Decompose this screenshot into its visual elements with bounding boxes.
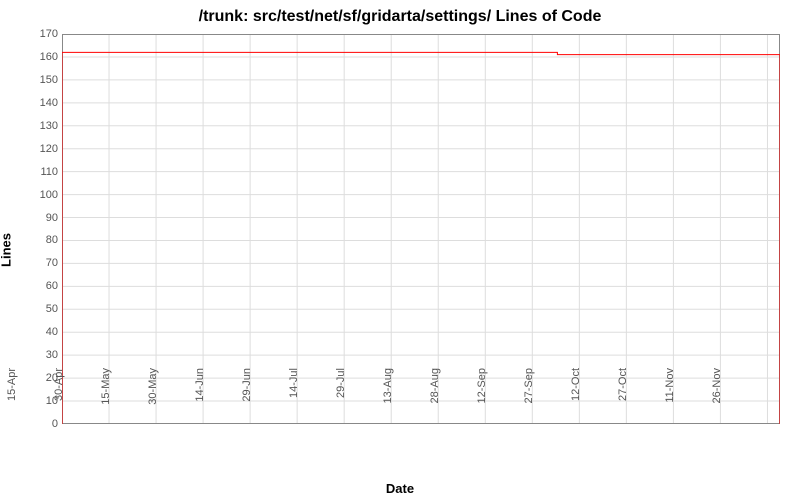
ytick: 100 — [28, 189, 58, 201]
xtick: 29-Jul — [335, 368, 347, 428]
grid-horizontal — [62, 34, 780, 424]
xtick: 12-Sep — [476, 368, 488, 428]
ytick: 160 — [28, 51, 58, 63]
xtick: 30-Apr — [53, 368, 65, 428]
xtick: 29-Jun — [241, 368, 253, 428]
ytick: 70 — [28, 257, 58, 269]
chart-container: /trunk: src/test/net/sf/gridarta/setting… — [0, 0, 800, 500]
plot-border — [63, 35, 780, 424]
chart-svg — [62, 34, 780, 424]
xtick: 12-Oct — [570, 368, 582, 428]
ytick: 80 — [28, 234, 58, 246]
grid-vertical — [62, 34, 767, 424]
y-axis-label: Lines — [0, 233, 14, 267]
ytick: 50 — [28, 303, 58, 315]
xtick: 30-May — [147, 368, 159, 428]
ytick: 130 — [28, 120, 58, 132]
ytick: 90 — [28, 212, 58, 224]
xtick: 14-Jun — [194, 368, 206, 428]
xtick: 13-Aug — [382, 368, 394, 428]
chart-title: /trunk: src/test/net/sf/gridarta/setting… — [0, 8, 800, 26]
xtick: 15-Apr — [6, 368, 18, 428]
ytick: 150 — [28, 74, 58, 86]
x-axis-label: Date — [0, 481, 800, 496]
ytick: 120 — [28, 143, 58, 155]
ytick: 140 — [28, 97, 58, 109]
ytick: 30 — [28, 349, 58, 361]
xtick: 14-Jul — [288, 368, 300, 428]
ytick: 110 — [28, 166, 58, 178]
plot-area — [62, 34, 780, 424]
ytick: 40 — [28, 326, 58, 338]
xtick: 27-Oct — [617, 368, 629, 428]
ytick: 170 — [28, 28, 58, 40]
xtick: 26-Nov — [711, 368, 723, 428]
ytick: 60 — [28, 280, 58, 292]
xtick: 27-Sep — [523, 368, 535, 428]
xtick: 15-May — [100, 368, 112, 428]
xtick: 28-Aug — [429, 368, 441, 428]
xtick: 11-Nov — [664, 368, 676, 428]
